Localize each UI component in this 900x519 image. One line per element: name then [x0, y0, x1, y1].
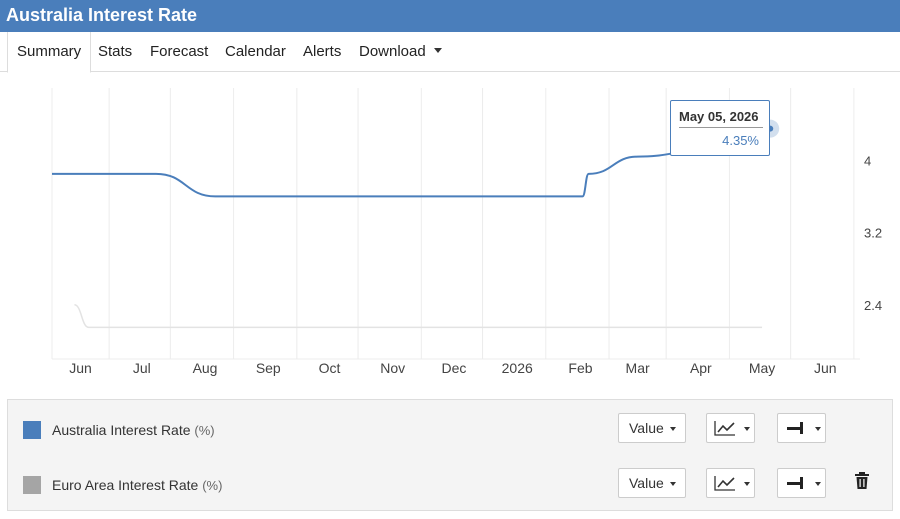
- line-chart-icon: [714, 476, 735, 491]
- page-title: Australia Interest Rate: [6, 5, 198, 25]
- x-tick-label: Jun: [814, 360, 837, 376]
- chart-tooltip: May 05, 2026 4.35%: [670, 100, 770, 156]
- x-tick-label: Feb: [568, 360, 592, 376]
- chevron-down-icon: [815, 482, 821, 486]
- tab-bar: Summary Stats Forecast Calendar Alerts D…: [0, 32, 900, 73]
- x-tick-label: May: [749, 360, 775, 376]
- y-tick-label: 4: [864, 153, 871, 168]
- tab-alerts[interactable]: Alerts: [303, 32, 341, 72]
- tab-forecast[interactable]: Forecast: [150, 32, 208, 72]
- x-tick-label: Aug: [193, 360, 218, 376]
- x-tick-label: 2026: [502, 360, 533, 376]
- x-tick-label: Mar: [626, 360, 650, 376]
- x-tick-label: Dec: [442, 360, 467, 376]
- value-dropdown-label: Value: [629, 475, 664, 491]
- tab-calendar[interactable]: Calendar: [225, 32, 286, 72]
- series-name: Euro Area Interest Rate (%): [52, 477, 222, 493]
- x-tick-label: Jun: [69, 360, 92, 376]
- chevron-down-icon: [670, 427, 676, 431]
- x-tick-label: Jul: [133, 360, 151, 376]
- legend-row-euro-area: Euro Area Interest Rate (%) Value: [8, 457, 894, 513]
- tooltip-value: 4.35%: [722, 133, 759, 148]
- legend-row-australia: Australia Interest Rate (%) Value: [8, 402, 894, 458]
- line-style-dropdown[interactable]: [777, 413, 826, 443]
- series-unit: (%): [202, 478, 223, 493]
- x-tick-label: Sep: [256, 360, 281, 376]
- tab-download[interactable]: Download: [359, 32, 442, 72]
- line-style-icon: [787, 422, 803, 434]
- value-dropdown[interactable]: Value: [618, 413, 686, 443]
- series-line-australia: [52, 127, 771, 198]
- x-tick-label: Nov: [380, 360, 405, 376]
- tooltip-divider: [679, 127, 763, 128]
- page-header: Australia Interest Rate: [0, 0, 900, 32]
- tab-summary[interactable]: Summary: [7, 32, 92, 73]
- chevron-down-icon: [670, 482, 676, 486]
- chevron-down-icon: [744, 482, 750, 486]
- chart-type-dropdown[interactable]: [706, 468, 755, 498]
- line-style-dropdown[interactable]: [777, 468, 826, 498]
- series-name-label: Australia Interest Rate: [52, 422, 191, 438]
- x-tick-label: Apr: [690, 360, 712, 376]
- chevron-down-icon: [744, 427, 750, 431]
- chevron-down-icon: [815, 427, 821, 431]
- chart-type-dropdown[interactable]: [706, 413, 755, 443]
- chart-area: Jun Jul Aug Sep Oct Nov Dec 2026 Feb Mar Apr May Jun…: [0, 72, 900, 400]
- series-name: Australia Interest Rate (%): [52, 422, 215, 438]
- tooltip-date: May 05, 2026: [679, 109, 759, 124]
- series-color-swatch[interactable]: [23, 476, 41, 494]
- series-legend: Australia Interest Rate (%) Value Euro A…: [7, 399, 893, 511]
- series-name-label: Euro Area Interest Rate: [52, 477, 199, 493]
- tab-stats[interactable]: Stats: [98, 32, 132, 72]
- line-chart-icon: [714, 421, 735, 436]
- series-unit: (%): [194, 423, 215, 438]
- value-dropdown[interactable]: Value: [618, 468, 686, 498]
- y-tick-label: 2.4: [864, 298, 882, 313]
- series-color-swatch[interactable]: [23, 421, 41, 439]
- chevron-down-icon: [433, 47, 442, 53]
- trash-icon[interactable]: [854, 472, 870, 490]
- line-style-icon: [787, 477, 803, 489]
- tab-download-label: Download: [359, 43, 426, 60]
- y-tick-label: 3.2: [864, 226, 882, 241]
- value-dropdown-label: Value: [629, 420, 664, 436]
- series-line-euro-area: [74, 304, 763, 329]
- x-tick-label: Oct: [319, 360, 341, 376]
